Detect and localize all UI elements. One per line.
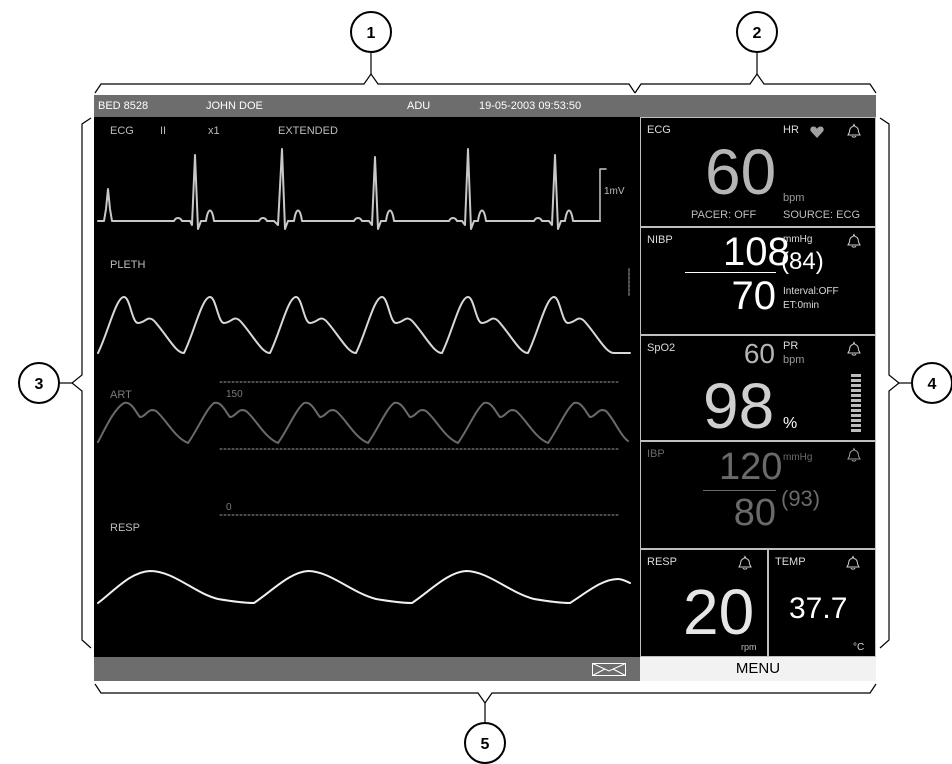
nibp-parameter-panel[interactable]: NIBP 108 70 mmHg (84) Interval:OFF ET:0m…	[640, 227, 876, 335]
temp-label: TEMP	[775, 556, 806, 568]
ecg-mode[interactable]: EXTENDED	[278, 125, 338, 137]
pleth-waveform	[97, 296, 631, 354]
ibp-mean: (93)	[781, 486, 821, 511]
callout-bracket-5	[94, 683, 877, 705]
pacer-status: PACER: OFF	[691, 209, 757, 221]
spo2-unit: %	[783, 415, 798, 432]
nibp-interval[interactable]: Interval:OFF	[783, 286, 839, 297]
callout-number-3: 3	[35, 376, 44, 393]
pleth-label[interactable]: PLETH	[110, 259, 145, 271]
callout-number-1: 1	[367, 25, 376, 42]
hr-source: SOURCE: ECG	[783, 209, 861, 221]
waveform-area: ECG II x1 EXTENDED 1mV PLETH ART 150 0 R…	[94, 117, 640, 657]
art-label[interactable]: ART	[110, 389, 132, 401]
alarm-bell-icon[interactable]	[846, 233, 862, 249]
status-bar	[94, 657, 640, 681]
patient-info-bar[interactable]: BED 8528 JOHN DOE ADU 19-05-2003 09:53:5…	[94, 95, 876, 117]
message-envelope-icon[interactable]	[592, 663, 626, 676]
callout-bracket-1	[94, 72, 636, 94]
alarm-bell-icon[interactable]	[846, 447, 862, 463]
temp-unit: °C	[853, 642, 865, 653]
patient-type[interactable]: ADU	[407, 100, 430, 112]
callout-bracket-2	[634, 72, 877, 94]
hr-label: HR	[783, 124, 799, 136]
ecg-waveform	[97, 148, 601, 230]
resp-unit: rpm	[741, 642, 757, 652]
nibp-diastolic: 70	[731, 274, 777, 318]
resp-label[interactable]: RESP	[110, 522, 140, 534]
ibp-label: IBP	[647, 448, 665, 460]
alarm-bell-icon[interactable]	[846, 123, 862, 139]
ecg-parameter-panel[interactable]: ECG HR 60 bpm PACER: OFF SOURCE: ECG	[640, 117, 876, 227]
bed-number: BED 8528	[98, 100, 149, 112]
spo2-parameter-panel[interactable]: SpO2 60 PR bpm 98 %	[640, 335, 876, 441]
temp-parameter-panel[interactable]: TEMP 37.7 °C	[768, 549, 876, 657]
date-time[interactable]: 19-05-2003 09:53:50	[479, 100, 581, 112]
spo2-value: 98	[703, 370, 775, 441]
nibp-systolic: 108	[723, 230, 790, 274]
ecg-panel-label: ECG	[647, 124, 671, 136]
ibp-systolic: 120	[719, 446, 783, 488]
alarm-bell-icon[interactable]	[845, 555, 861, 571]
menu-button[interactable]: MENU	[640, 657, 876, 681]
nibp-label: NIBP	[647, 234, 673, 246]
art-waveform	[97, 401, 629, 444]
resp-parameter-panel[interactable]: RESP 20 rpm	[640, 549, 768, 657]
ibp-unit: mmHg	[783, 452, 813, 463]
ecg-label[interactable]: ECG	[110, 125, 134, 137]
monitor-screen: BED 8528 JOHN DOE ADU 19-05-2003 09:53:5…	[94, 95, 876, 681]
ibp-diastolic: 80	[733, 492, 776, 534]
ecg-gain[interactable]: x1	[208, 125, 220, 137]
ibp-divider	[703, 490, 776, 491]
patient-name[interactable]: JOHN DOE	[206, 100, 263, 112]
waveform-canvas	[97, 148, 631, 604]
nibp-mean: (84)	[781, 248, 824, 275]
art-scale-high: 150	[226, 389, 243, 400]
pr-unit: bpm	[783, 354, 805, 366]
heart-icon	[810, 126, 824, 138]
resp-panel-label: RESP	[647, 556, 677, 568]
callout-number-4: 4	[928, 376, 937, 393]
resp-waveform	[97, 570, 631, 604]
hr-unit: bpm	[783, 192, 805, 204]
pr-label: PR	[783, 340, 799, 352]
nibp-elapsed-time: ET:0min	[783, 300, 820, 311]
ibp-parameter-panel[interactable]: IBP 120 80 mmHg (93)	[640, 441, 876, 549]
callout-number-5: 5	[481, 736, 490, 753]
nibp-divider	[685, 272, 776, 273]
hr-value: 60	[705, 136, 777, 208]
ecg-lead[interactable]: II	[160, 125, 166, 137]
spo2-label: SpO2	[647, 342, 676, 354]
perfusion-bar-graph	[851, 374, 861, 432]
ecg-scale: 1mV	[604, 186, 625, 197]
resp-value: 20	[683, 576, 755, 648]
pr-value: 60	[743, 338, 775, 369]
callout-bracket-4	[879, 117, 900, 649]
art-scale-low: 0	[226, 502, 232, 513]
alarm-bell-icon[interactable]	[737, 555, 753, 571]
callout-bracket-3	[71, 117, 92, 649]
temp-value: 37.7	[789, 592, 848, 625]
nibp-unit: mmHg	[783, 234, 813, 245]
callout-number-2: 2	[753, 25, 762, 42]
alarm-bell-icon[interactable]	[846, 341, 862, 357]
